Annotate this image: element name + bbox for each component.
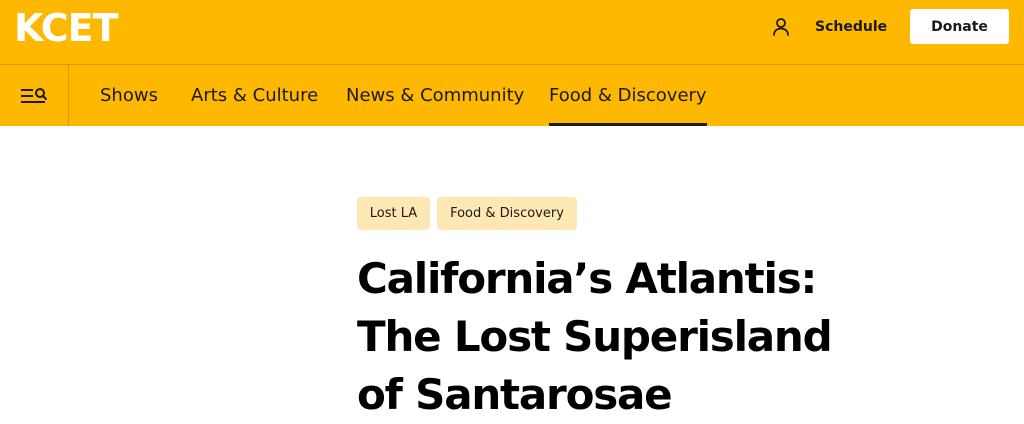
kcet-logo[interactable]: KCET <box>14 6 119 50</box>
title-line: of Santarosae <box>357 370 673 419</box>
article-title: California’s Atlantis: The Lost Superisl… <box>357 250 837 424</box>
title-line: The Lost Superisland <box>357 312 833 361</box>
title-line: California’s Atlantis: <box>357 254 817 303</box>
nav-item-arts-culture[interactable]: Arts & Culture <box>191 65 318 126</box>
top-header: KCET Schedule Donate <box>0 0 1024 64</box>
schedule-link[interactable]: Schedule <box>815 17 887 37</box>
nav-item-news-community[interactable]: News & Community <box>346 65 524 126</box>
menu-search-icon <box>21 87 47 103</box>
tag-lost-la[interactable]: Lost LA <box>357 197 430 230</box>
nav-item-shows[interactable]: Shows <box>100 65 158 126</box>
menu-search-button[interactable] <box>0 65 69 126</box>
user-icon <box>773 18 789 36</box>
donate-button[interactable]: Donate <box>910 9 1009 44</box>
nav-item-food-discovery[interactable]: Food & Discovery <box>549 65 707 126</box>
tag-food-discovery[interactable]: Food & Discovery <box>437 197 577 230</box>
account-button[interactable] <box>770 16 792 38</box>
main-nav: Shows Arts & Culture News & Community Fo… <box>0 64 1024 126</box>
